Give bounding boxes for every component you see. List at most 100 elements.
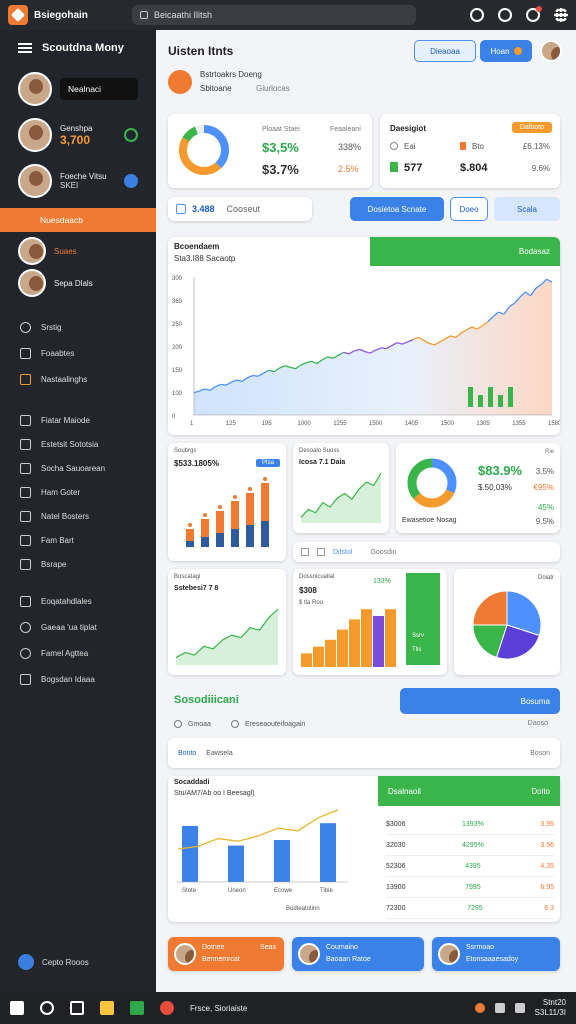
x-tick-label: 125 (226, 421, 237, 427)
sidebar-item[interactable]: Estetsit Sototsia (0, 432, 156, 456)
header-sub-c: Giurlocas (256, 84, 290, 93)
taskview-icon[interactable] (70, 1001, 84, 1015)
sidebar-title: Scoutdna Mony (42, 42, 124, 54)
user-avatar[interactable] (540, 40, 562, 62)
sidebar-item-label: Estetsit Sototsia (41, 439, 99, 449)
volume-icon[interactable] (514, 1003, 525, 1013)
bar-segment (216, 511, 224, 533)
sidebar-item[interactable]: Fiatar Maiode (0, 408, 156, 432)
area-chart (175, 608, 279, 665)
checkbox-icon[interactable] (301, 548, 309, 556)
kpi-row: Eai (390, 142, 416, 151)
table-row[interactable]: $3006 1393% 3.95 (386, 814, 554, 835)
section-row[interactable]: Bonto Eawsela Boson (168, 738, 560, 768)
pct-value: 9.5% (535, 517, 554, 526)
search-chip[interactable]: 3.488 Cooseut (168, 197, 312, 221)
row-text: Ereseaouteifoagain (244, 720, 306, 728)
scale-button[interactable]: Scala (494, 197, 560, 221)
sidebar-item[interactable]: Socha Sauoarean (0, 456, 156, 480)
sidebar-item[interactable]: Gaeaa 'ua tiplat (0, 614, 156, 640)
pie-chart (472, 590, 542, 660)
sidebar-item-label: Nastaalinghs (41, 374, 88, 384)
sidebar-item[interactable]: Natel Bosters (0, 504, 156, 528)
sidebar-item-label: Srstig (41, 322, 62, 332)
nav-icon (20, 373, 31, 385)
table-row[interactable]: 72300 7295 6.3 (386, 898, 554, 919)
status-icon (124, 128, 138, 142)
shield-icon[interactable] (470, 8, 484, 22)
secondary-button[interactable]: Doeo (450, 197, 488, 221)
sidebar-item[interactable]: Srstig (0, 314, 156, 340)
table-row[interactable]: 32030 4295% 3.56 (386, 835, 554, 856)
bar (228, 845, 244, 882)
bar-segment (216, 533, 224, 547)
contact-item[interactable]: Suaes (0, 236, 156, 266)
sidebar-item[interactable]: Eoqatahdlales (0, 588, 156, 614)
contact-item[interactable]: Sepa Dlals (0, 266, 156, 300)
card-title: Daesigiot (390, 124, 427, 133)
section-button[interactable]: Bosuma (400, 688, 560, 714)
sidebar-item-active[interactable]: Nuesdaacb (0, 208, 156, 232)
person-sub: Bennemrcat (202, 956, 240, 963)
candle-bar (488, 387, 493, 407)
bar-point (188, 523, 192, 527)
sidebar-item[interactable]: Foaabtes (0, 340, 156, 366)
contact-item[interactable]: Foeche Vitsu SKEI (0, 158, 156, 204)
candle-bar (508, 387, 513, 407)
sidebar-item[interactable]: Nastaalinghs (0, 366, 156, 392)
candle-bar (478, 395, 483, 407)
line-chart-area (194, 279, 552, 415)
person-card[interactable]: Ssrmoao Etonsaaaesadoy (432, 937, 560, 971)
bar-segment (186, 529, 194, 541)
checkbox-icon[interactable] (317, 548, 325, 556)
kpi-card: Ploaat Staei Feaaleani $3,5% 338% $3.7% … (168, 114, 372, 188)
windows-icon[interactable] (10, 1001, 24, 1015)
bar (301, 653, 312, 667)
title-bar: Bsiegohain Beicaathi Ilitsh (0, 0, 576, 30)
sidebar-item[interactable]: Fam Bart (0, 528, 156, 552)
chat-icon[interactable] (498, 8, 512, 22)
x-tick-label: 1255 (333, 421, 347, 427)
x-tick-label: 1 (190, 421, 194, 427)
data-table: $3006 1393% 3.95 32030 4295% 3.56 52306 4395 4.3… (386, 814, 554, 919)
menu-icon[interactable] (18, 43, 32, 53)
sidebar-item[interactable]: Ham Goter (0, 480, 156, 504)
small-value: $.50,03% (478, 483, 512, 492)
line-chart: 30036025020015010001 125 195 1000 1255 1500 14… (172, 276, 560, 427)
avatar (18, 164, 52, 198)
filter-bar[interactable]: Ditstol Goosdio (293, 542, 560, 562)
tray-icon[interactable] (474, 1003, 485, 1013)
button-label: Hoan (490, 46, 510, 56)
sidebar-item[interactable]: Famel Agttea (0, 640, 156, 666)
sidebar-item[interactable]: Bsrape (0, 552, 156, 576)
contact-item[interactable]: Genshpa 3,700 (0, 112, 156, 158)
kpi-value: $3.7% (262, 162, 299, 177)
person-card[interactable]: Dotnee Bennemrcat Seas (168, 937, 284, 971)
sidebar-footer[interactable]: Cepto Rooos (18, 954, 89, 970)
header-sub-a: Bstrtoakrs Doeng (200, 70, 262, 79)
contact-item[interactable]: Nealnaci (0, 66, 156, 112)
person-card[interactable]: Coumaino Baoaan Ratoe (292, 937, 424, 971)
menu-dots-icon[interactable] (554, 8, 568, 22)
table-row[interactable]: 13900 7995 6.95 (386, 877, 554, 898)
person-name: Ssrmoao (466, 944, 495, 951)
table-row[interactable]: 52306 4395 4.35 (386, 856, 554, 877)
mini-chart-card: Boscatagi Sstebesi7 7 8 (168, 569, 286, 675)
table-cell: 3.95 (540, 820, 554, 828)
primary-button[interactable]: Dosietoa Scnate (350, 197, 444, 221)
folder-icon[interactable] (100, 1001, 114, 1015)
address-bar[interactable]: Beicaathi Ilitsh (132, 5, 416, 25)
filter-button[interactable]: Dieaoaa (414, 40, 476, 62)
sidebar-item[interactable]: Bogsdan Idaaa (0, 666, 156, 692)
person-sub: Etonsaaaesadoy (466, 956, 519, 963)
x-tick-label: Tibie (320, 888, 333, 894)
search-icon[interactable] (40, 1001, 54, 1015)
wifi-icon[interactable] (494, 1003, 505, 1013)
notification-icon[interactable] (526, 6, 542, 22)
table-cell: 32030 (386, 841, 406, 849)
x-tick-label: 1500 (369, 421, 383, 427)
home-button[interactable]: Hoan (480, 40, 532, 62)
browser-icon[interactable] (160, 1001, 174, 1015)
spreadsheet-icon[interactable] (130, 1001, 144, 1015)
nav-icon (20, 534, 31, 546)
